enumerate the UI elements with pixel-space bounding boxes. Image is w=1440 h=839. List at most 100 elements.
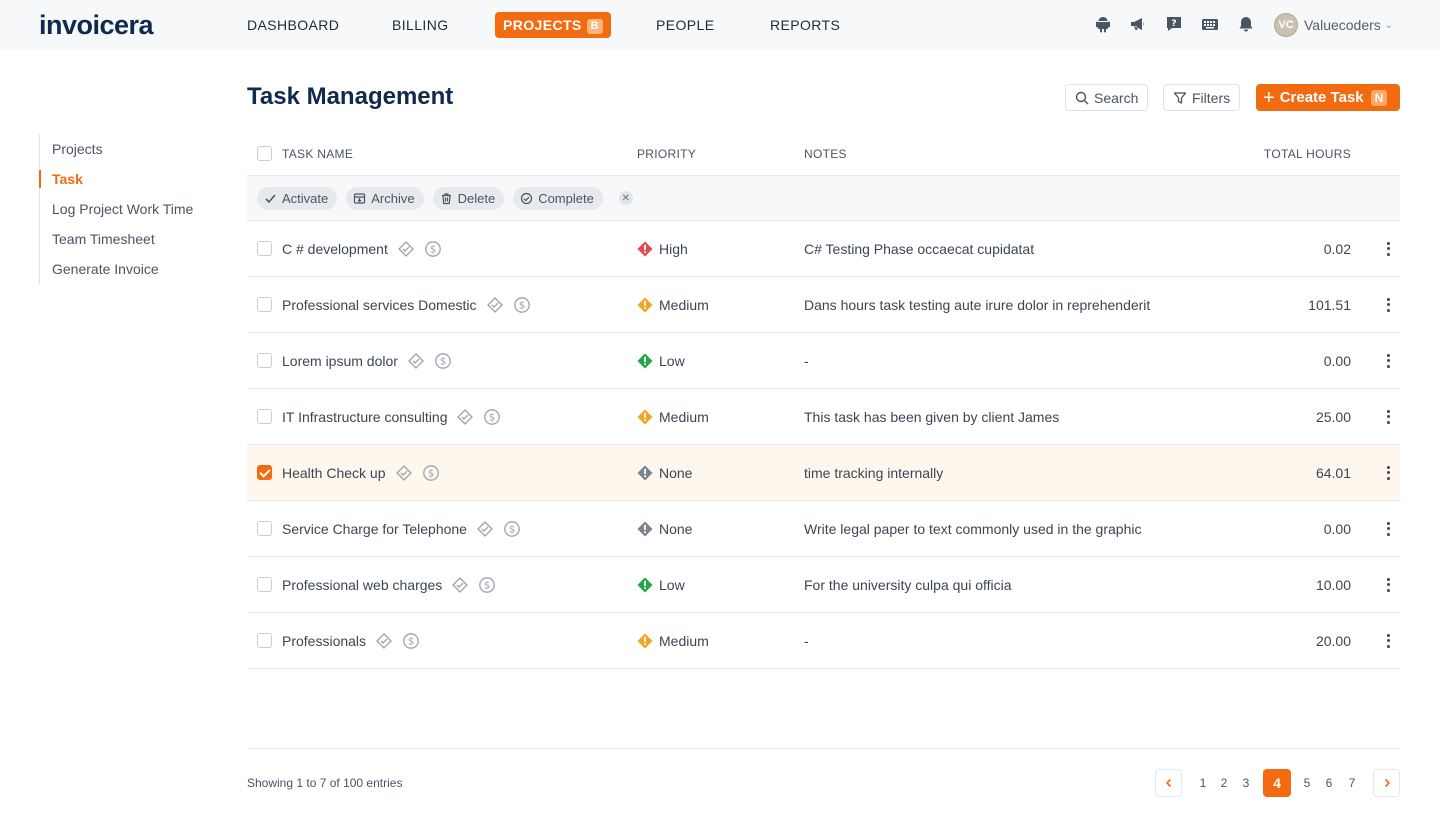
keyboard-icon[interactable]	[1201, 15, 1219, 33]
svg-text:?: ?	[1171, 19, 1176, 29]
megaphone-icon[interactable]	[1129, 15, 1147, 33]
table-row[interactable]: Lorem ipsum dolor $ Low - 0.00	[247, 333, 1400, 389]
more-options-icon[interactable]	[1384, 464, 1392, 482]
search-button[interactable]: Search	[1065, 84, 1149, 111]
billable-icon[interactable]: $	[503, 520, 521, 538]
row-checkbox[interactable]	[257, 297, 272, 312]
complete-button[interactable]: Complete	[513, 186, 603, 210]
plus-icon: +	[1263, 86, 1275, 109]
table-row[interactable]: Health Check up $ None time tracking intern…	[247, 445, 1400, 501]
table-row[interactable]: Service Charge for Telephone $ None Write l…	[247, 501, 1400, 557]
priority-cell: None	[637, 521, 692, 537]
column-total-hours[interactable]: TOTAL HOURS	[1264, 147, 1351, 161]
table-row[interactable]: Professional services Domestic $ Medium Dan…	[247, 277, 1400, 333]
chevron-down-icon: ⌄	[1384, 19, 1394, 31]
more-options-icon[interactable]	[1384, 520, 1392, 538]
priority-label: Medium	[659, 296, 709, 313]
select-all-checkbox[interactable]	[257, 146, 272, 161]
tag-icon[interactable]	[407, 352, 425, 370]
sidebar-item-projects[interactable]: Projects	[40, 134, 193, 164]
nav-dashboard[interactable]: DASHBOARD	[247, 12, 339, 38]
activate-button[interactable]: Activate	[257, 186, 338, 210]
total-hours-cell: 0.02	[1323, 240, 1351, 257]
close-icon[interactable]: ✕	[618, 191, 633, 205]
archive-label: Archive	[371, 190, 415, 206]
tag-icon[interactable]	[395, 464, 413, 482]
page-4-button[interactable]: 4	[1263, 769, 1291, 797]
task-name[interactable]: Professionals	[282, 633, 366, 649]
logo[interactable]: invoicera	[39, 10, 154, 41]
row-checkbox[interactable]	[257, 353, 272, 368]
row-checkbox[interactable]	[257, 241, 272, 256]
billable-icon[interactable]: $	[424, 240, 442, 258]
row-checkbox[interactable]	[257, 577, 272, 592]
table-header: TASK NAME PRIORITY NOTES TOTAL HOURS	[247, 132, 1400, 176]
page-6-button[interactable]: 6	[1318, 769, 1340, 797]
table-row[interactable]: IT Infrastructure consulting $ Medium This …	[247, 389, 1400, 445]
task-name[interactable]: Professional web charges	[282, 577, 442, 593]
task-name[interactable]: Professional services Domestic	[282, 297, 477, 313]
table-row[interactable]: Professional web charges $ Low For the univ…	[247, 557, 1400, 613]
more-options-icon[interactable]	[1384, 296, 1392, 314]
more-options-icon[interactable]	[1384, 352, 1392, 370]
task-name[interactable]: C # development	[282, 241, 388, 257]
task-name[interactable]: Lorem ipsum dolor	[282, 353, 398, 369]
nav-billing[interactable]: BILLING	[392, 12, 449, 38]
row-checkbox[interactable]	[257, 521, 272, 536]
sidebar-item-generate-invoice[interactable]: Generate Invoice	[40, 254, 193, 284]
tag-icon[interactable]	[375, 632, 393, 650]
filters-button[interactable]: Filters	[1163, 84, 1241, 111]
task-name[interactable]: IT Infrastructure consulting	[282, 409, 447, 425]
billable-icon[interactable]: $	[402, 632, 420, 650]
svg-text:$: $	[408, 636, 414, 647]
billable-icon[interactable]: $	[513, 296, 531, 314]
task-name[interactable]: Service Charge for Telephone	[282, 521, 467, 537]
nav-people[interactable]: PEOPLE	[656, 12, 714, 38]
table-row[interactable]: Professionals $ Medium - 20.00	[247, 613, 1400, 669]
column-task-name[interactable]: TASK NAME	[282, 147, 353, 161]
billable-icon[interactable]: $	[478, 576, 496, 594]
row-checkbox[interactable]	[257, 465, 272, 480]
more-options-icon[interactable]	[1384, 576, 1392, 594]
page-7-button[interactable]: 7	[1341, 769, 1363, 797]
column-notes[interactable]: NOTES	[804, 147, 847, 161]
priority-icon	[637, 409, 653, 424]
tag-icon[interactable]	[397, 240, 415, 258]
help-icon[interactable]: ?	[1165, 15, 1183, 33]
table-row[interactable]: C # development $ High C# Testing Phase occ…	[247, 221, 1400, 277]
archive-button[interactable]: Archive	[346, 186, 424, 210]
billable-icon[interactable]: $	[434, 352, 452, 370]
tag-icon[interactable]	[451, 576, 469, 594]
column-priority[interactable]: PRIORITY	[637, 147, 696, 161]
tag-icon[interactable]	[456, 408, 474, 426]
row-checkbox[interactable]	[257, 633, 272, 648]
more-options-icon[interactable]	[1384, 408, 1392, 426]
total-hours-cell: 64.01	[1315, 464, 1351, 481]
tag-icon[interactable]	[476, 520, 494, 538]
more-options-icon[interactable]	[1384, 632, 1392, 650]
user-menu[interactable]: VC Valuecoders ⌄	[1274, 12, 1393, 38]
billable-icon[interactable]: $	[422, 464, 440, 482]
search-button-label: Search	[1094, 89, 1139, 106]
bell-icon[interactable]	[1237, 15, 1255, 33]
page-3-button[interactable]: 3	[1235, 769, 1257, 797]
sidebar-item-team-timesheet[interactable]: Team Timesheet	[40, 224, 193, 254]
next-page-button[interactable]	[1373, 769, 1400, 797]
task-name[interactable]: Health Check up	[282, 465, 386, 481]
more-options-icon[interactable]	[1384, 240, 1392, 258]
tag-icon[interactable]	[486, 296, 504, 314]
sidebar-item-task[interactable]: Task	[38, 164, 193, 194]
row-checkbox[interactable]	[257, 409, 272, 424]
prev-page-button[interactable]	[1155, 769, 1182, 797]
billable-icon[interactable]: $	[483, 408, 501, 426]
create-task-button[interactable]: + Create Task N	[1256, 84, 1400, 111]
page-1-button[interactable]: 1	[1192, 769, 1214, 797]
android-icon[interactable]	[1094, 15, 1112, 33]
page-2-button[interactable]: 2	[1213, 769, 1235, 797]
page-5-button[interactable]: 5	[1296, 769, 1318, 797]
sidebar-item-log-work-time[interactable]: Log Project Work Time	[40, 194, 193, 224]
task-name-cell: Health Check up $	[282, 464, 440, 482]
nav-projects[interactable]: PROJECTS B	[495, 12, 612, 38]
nav-reports[interactable]: REPORTS	[770, 12, 840, 38]
delete-button[interactable]: Delete	[432, 186, 505, 210]
